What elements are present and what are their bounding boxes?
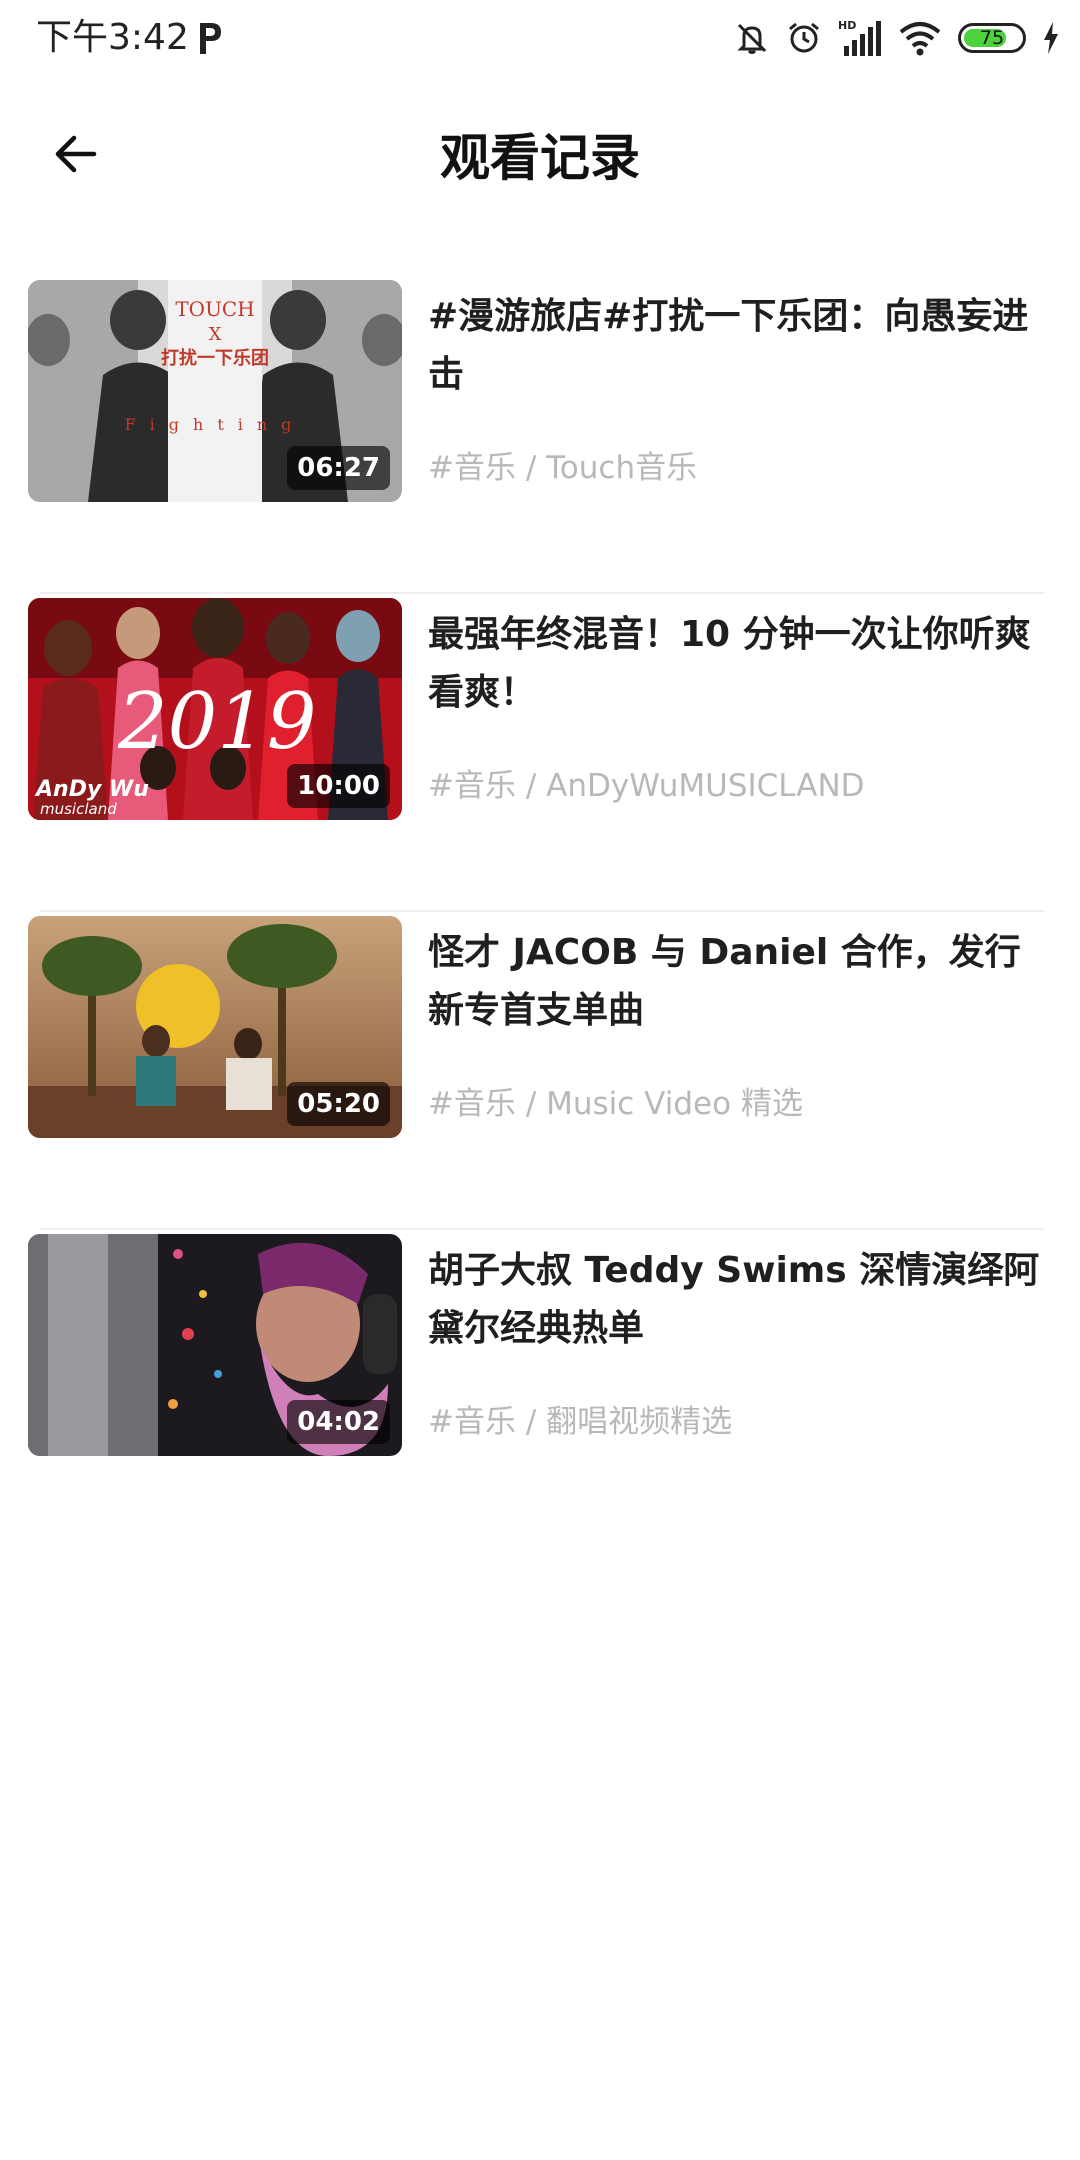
thumb-text: 2019	[117, 677, 317, 767]
svg-text:HD: HD	[838, 19, 856, 32]
video-duration: 04:02	[287, 1400, 390, 1444]
thumb-text: TOUCH	[175, 297, 254, 321]
alarm-icon	[786, 20, 822, 56]
battery-level: 75	[979, 27, 1005, 49]
video-duration: 10:00	[287, 764, 390, 808]
status-time: 下午3:42	[36, 17, 189, 58]
video-category: #音乐 / 翻唱视频精选	[428, 1404, 733, 1440]
history-item[interactable]: 05:20 怪才 JACOB 与 Daniel 合作，发行新专首支单曲 #音乐 …	[0, 912, 1080, 1230]
thumb-text: Fighting	[125, 415, 306, 434]
video-category: #音乐 / AnDyWuMUSICLAND	[428, 768, 865, 804]
video-duration: 06:27	[287, 446, 390, 490]
history-item[interactable]: 04:02 胡子大叔 Teddy Swims 深情演绎阿黛尔经典热单 #音乐 /…	[0, 1230, 1080, 1548]
status-bar: 下午3:42 HD 75	[0, 0, 1080, 76]
thumb-text: X	[209, 324, 222, 345]
video-thumbnail[interactable]: TOUCH X 打扰一下乐团 Fighting 06:27	[28, 280, 402, 502]
video-title[interactable]: 怪才 JACOB 与 Daniel 合作，发行新专首支单曲	[428, 924, 1040, 1040]
video-category: #音乐 / Music Video 精选	[428, 1086, 803, 1122]
history-list: TOUCH X 打扰一下乐团 Fighting 06:27 #漫游旅店#打扰一下…	[0, 276, 1080, 1548]
thumb-text: 打扰一下乐团	[161, 347, 269, 369]
hd-signal-icon: HD	[838, 18, 882, 58]
mute-icon	[734, 20, 770, 56]
history-item[interactable]: 2019 AnDy Wu musicland 10:00 最强年终混音！10 分…	[0, 594, 1080, 912]
video-thumbnail[interactable]: 2019 AnDy Wu musicland 10:00	[28, 598, 402, 820]
page-title: 观看记录	[440, 129, 640, 187]
video-title[interactable]: 胡子大叔 Teddy Swims 深情演绎阿黛尔经典热单	[428, 1242, 1040, 1358]
video-category: #音乐 / Touch音乐	[428, 450, 698, 486]
battery-icon: 75	[958, 23, 1026, 53]
video-title[interactable]: #漫游旅店#打扰一下乐团：向愚妄进击	[428, 288, 1040, 404]
thumb-text: musicland	[40, 800, 117, 818]
video-title[interactable]: 最强年终混音！10 分钟一次让你听爽看爽！	[428, 606, 1040, 722]
p-icon	[196, 20, 224, 56]
video-duration: 05:20	[287, 1082, 390, 1126]
video-thumbnail[interactable]: 05:20	[28, 916, 402, 1138]
history-item[interactable]: TOUCH X 打扰一下乐团 Fighting 06:27 #漫游旅店#打扰一下…	[0, 276, 1080, 594]
charging-icon	[1042, 21, 1060, 55]
status-icons: HD 75	[734, 14, 1060, 62]
video-thumbnail[interactable]: 04:02	[28, 1234, 402, 1456]
header: 观看记录	[0, 76, 1080, 236]
thumb-text: AnDy Wu	[34, 777, 149, 802]
wifi-icon	[898, 20, 942, 56]
